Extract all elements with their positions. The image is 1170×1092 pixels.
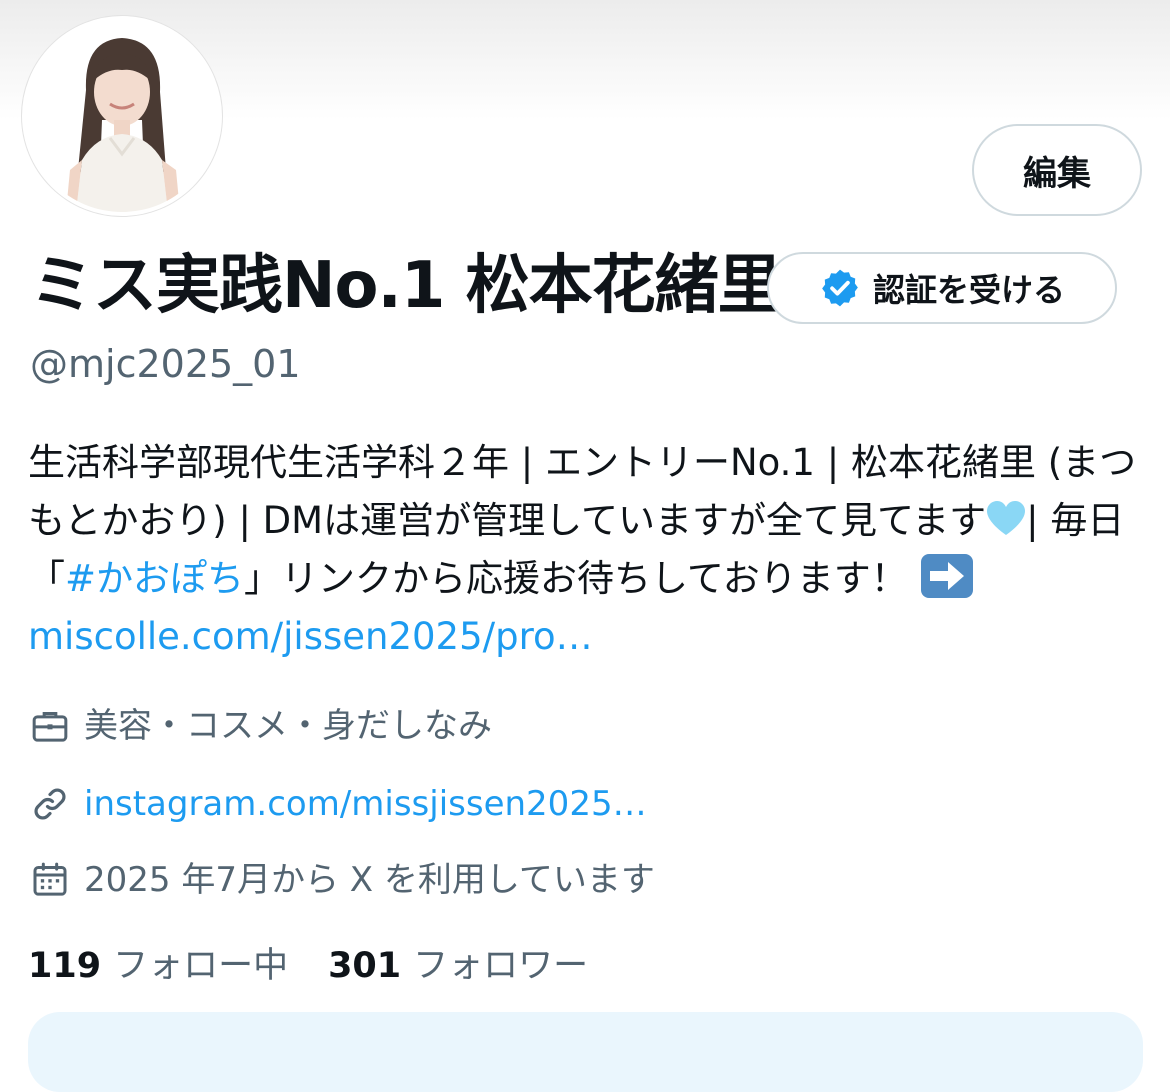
bottom-card [28, 1012, 1143, 1092]
avatar[interactable] [22, 16, 222, 216]
bio-link[interactable]: miscolle.com/jissen2025/pro… [28, 615, 593, 658]
followers-count: 301 [328, 946, 402, 986]
bio-text-3: 」リンクから応援お待ちしております！ [244, 557, 908, 600]
followers-link[interactable]: 301 フォロワー [328, 944, 588, 988]
website-link[interactable]: instagram.com/missjissen2025… [84, 782, 647, 826]
handle: @mjc2025_01 [30, 342, 301, 386]
bio-text-1: 生活科学部現代生活学科２年 | エントリーNo.1 | 松本花緒里 (まつもとか… [28, 441, 1137, 542]
get-verified-button[interactable]: 認証を受ける [767, 252, 1117, 324]
display-name: ミス実践No.1 松本花緒里 [30, 249, 782, 323]
following-link[interactable]: 119 フォロー中 [28, 944, 288, 988]
edit-button-label: 編集 [1023, 153, 1091, 194]
website-row: instagram.com/missjissen2025… [30, 782, 647, 826]
profile-photo-icon [26, 20, 218, 212]
category-row: 美容・コスメ・身だしなみ [30, 704, 492, 748]
hashtag-link[interactable]: #かおぽち [65, 557, 244, 600]
joined-row: 2025 年7月から X を利用しています [30, 858, 655, 902]
bio: 生活科学部現代生活学科２年 | エントリーNo.1 | 松本花緒里 (まつもとか… [28, 434, 1143, 666]
edit-profile-button[interactable]: 編集 [972, 124, 1142, 216]
followers-label: フォロワー [413, 946, 589, 986]
following-label: フォロー中 [113, 946, 289, 986]
following-count: 119 [28, 946, 102, 986]
follow-stats: 119 フォロー中 301 フォロワー [28, 944, 588, 988]
calendar-icon [33, 862, 67, 896]
joined-text: 2025 年7月から X を利用しています [84, 860, 655, 900]
verified-badge-icon [822, 269, 858, 307]
link-icon [34, 788, 66, 820]
briefcase-icon [32, 712, 68, 742]
category-text: 美容・コスメ・身だしなみ [84, 706, 492, 746]
get-verified-label: 認証を受ける [872, 271, 1065, 309]
light-blue-heart-icon [986, 496, 1026, 535]
right-arrow-icon [920, 553, 974, 599]
